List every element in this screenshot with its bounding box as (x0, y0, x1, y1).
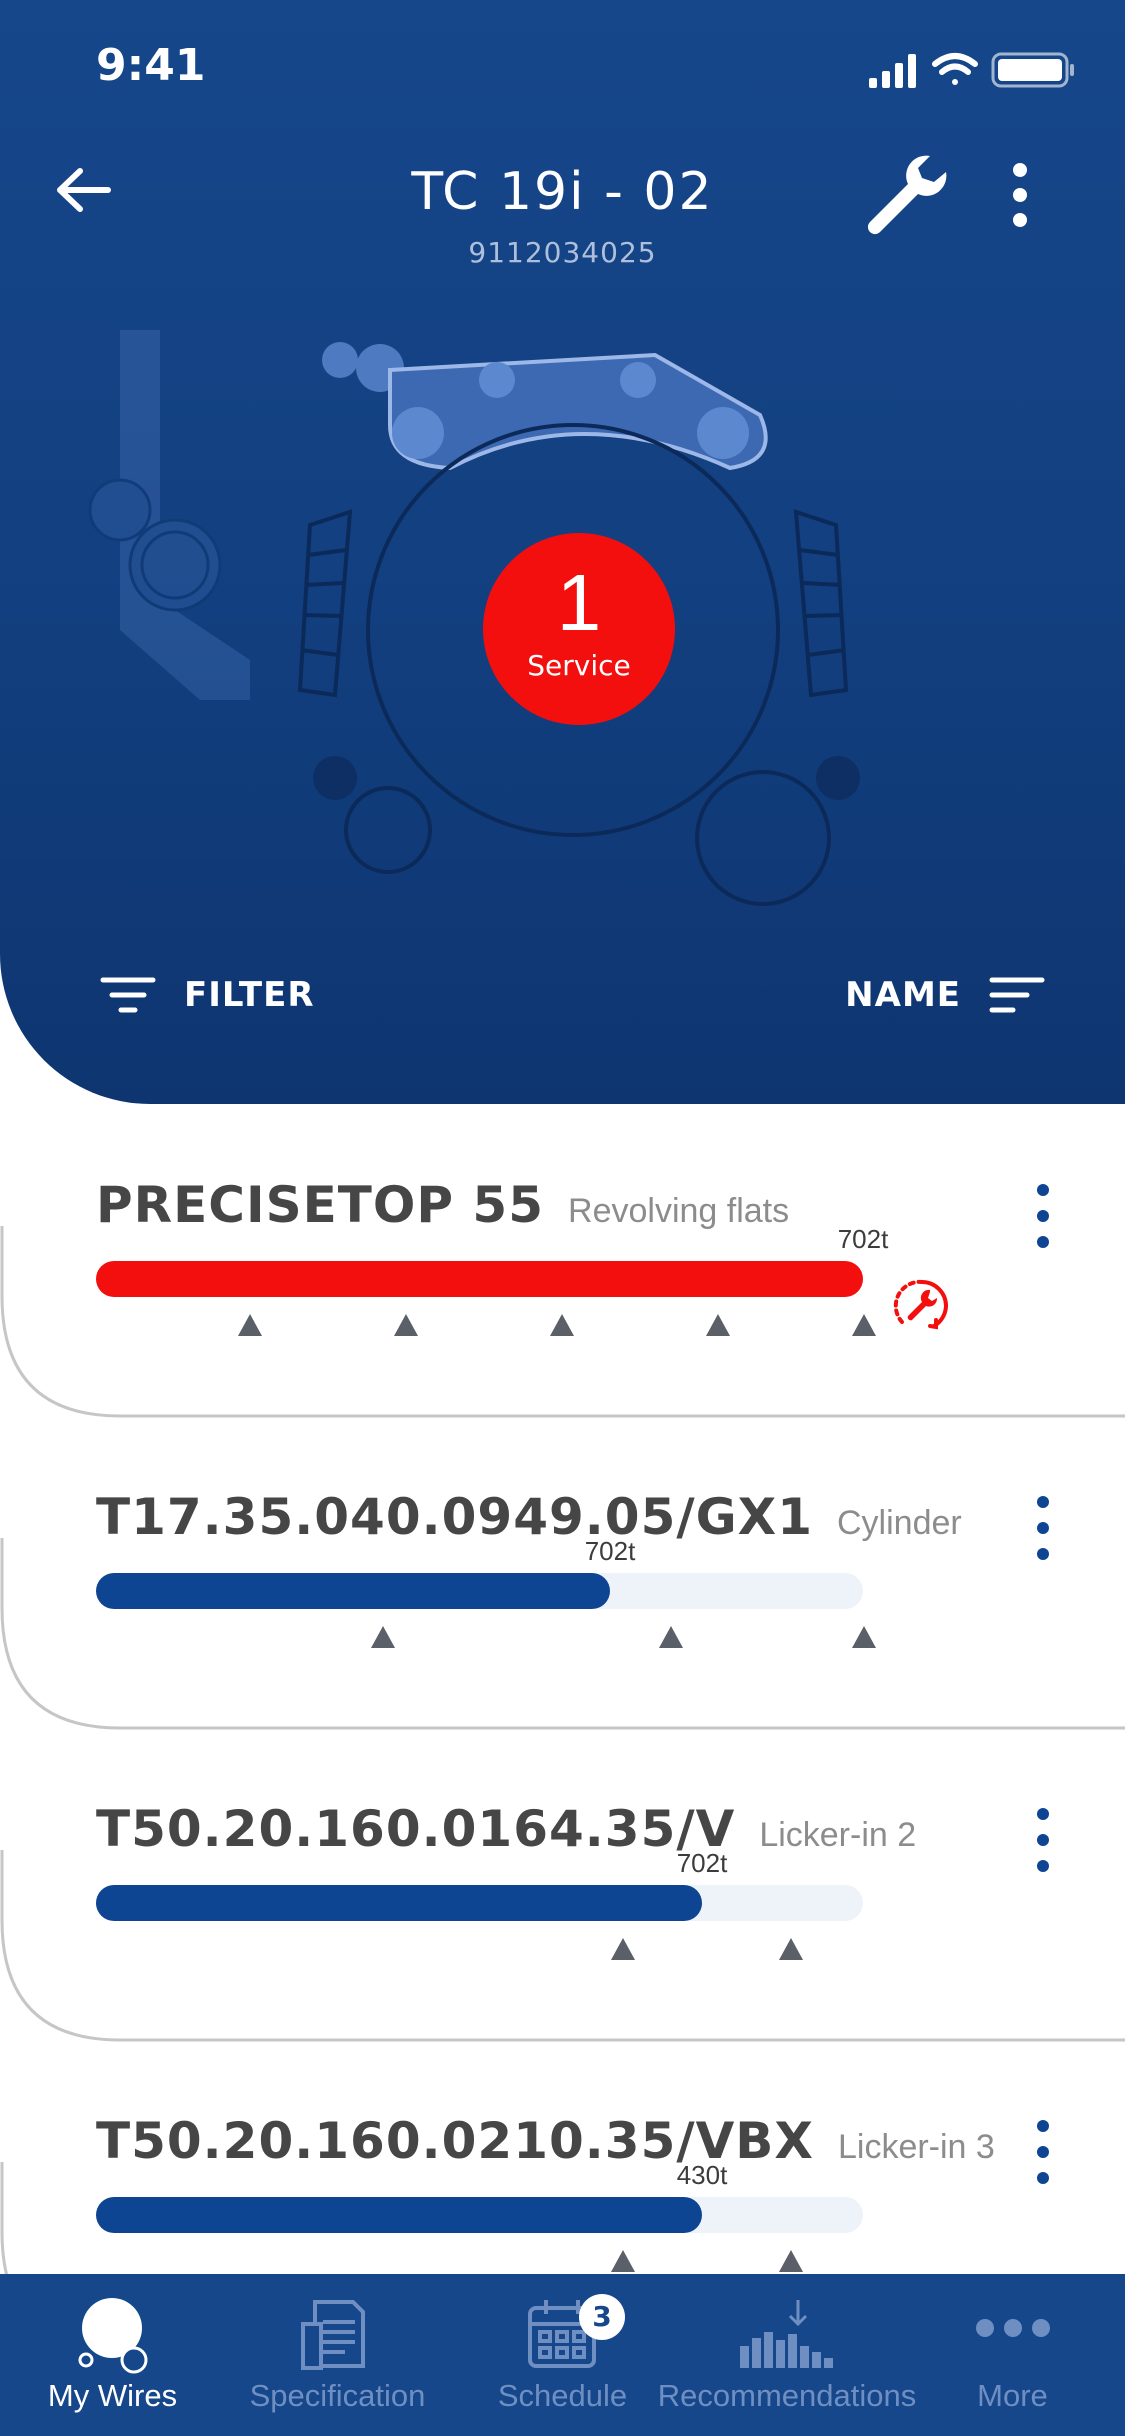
wire-options-kebab-icon[interactable] (1030, 1181, 1056, 1251)
wire-name: T17.35.040.0949.05/GX1 (96, 1488, 813, 1546)
nav-my-wires[interactable]: My Wires (0, 2274, 225, 2436)
service-marker-icon (852, 1314, 876, 1336)
nav-more[interactable]: More (910, 2274, 1115, 2436)
bottom-navigation: My Wires Specification 3 Schedule Recomm… (0, 2274, 1125, 2436)
sort-icon (989, 977, 1045, 1013)
service-count: 1 (556, 558, 602, 647)
service-marker-icon (394, 1314, 418, 1336)
more-options-button[interactable] (1000, 150, 1040, 240)
wear-value-label: 702t (584, 1536, 636, 1566)
filter-button[interactable]: FILTER (100, 970, 315, 1020)
document-icon (300, 2300, 365, 2370)
bar-chart-icon (740, 2300, 833, 2368)
service-button[interactable] (860, 150, 950, 240)
status-icons (869, 52, 1074, 88)
wear-progress-track (96, 2197, 863, 2233)
wire-options-kebab-icon[interactable] (1030, 1805, 1056, 1875)
wrench-icon (867, 155, 947, 235)
wire-card[interactable]: PRECISETOP 55 Revolving flats 702t (0, 1106, 1125, 1419)
service-marker-icon (779, 2250, 803, 2272)
wifi-icon (932, 53, 978, 85)
wear-value-label: 702t (676, 1848, 728, 1878)
wire-name: T50.20.160.0164.35/V (96, 1800, 736, 1858)
page-title: TC 19i - 02 (411, 162, 714, 222)
wire-title: T17.35.040.0949.05/GX1 Cylinder (96, 1488, 962, 1546)
wire-type: Cylinder (837, 1504, 962, 1542)
nav-label: My Wires (47, 2378, 178, 2413)
wear-progress-track (96, 1885, 863, 1921)
nav-label: More (977, 2378, 1048, 2413)
nav-specification[interactable]: Specification (225, 2274, 450, 2436)
service-marker-icon (550, 1314, 574, 1336)
service-marker-icon (238, 1314, 262, 1336)
wear-value-label: 702t (837, 1224, 889, 1254)
status-time: 9:41 (96, 40, 206, 91)
wire-card[interactable]: T50.20.160.0164.35/V Licker-in 2 702t (0, 1730, 1125, 2043)
nav-schedule[interactable]: 3 Schedule (450, 2274, 675, 2436)
sort-label: NAME (845, 975, 961, 1015)
service-marker-icon (706, 1314, 730, 1336)
sort-button[interactable]: NAME (845, 970, 1045, 1020)
wires-icon (78, 2298, 147, 2374)
wire-options-kebab-icon[interactable] (1030, 1493, 1056, 1563)
wear-progress-fill (96, 2197, 702, 2233)
service-label: Service (527, 649, 631, 682)
service-marker-icon (371, 1626, 395, 1648)
wire-card[interactable]: T17.35.040.0949.05/GX1 Cylinder 702t (0, 1418, 1125, 1731)
wire-type: Licker-in 3 (837, 2128, 995, 2166)
wire-type: Revolving flats (568, 1192, 790, 1230)
battery-icon (991, 52, 1074, 88)
service-marker-icon (611, 1938, 635, 1960)
machine-header: 9:41 TC 19i - 02 9112034025 1 Service FI… (0, 0, 1125, 1104)
service-count-badge[interactable]: 1 Service (483, 533, 675, 725)
machine-serial: 9112034025 (468, 236, 657, 269)
nav-label: Recommendations (657, 2378, 917, 2413)
feeder-unit (88, 330, 250, 700)
more-dots-icon (975, 2319, 1050, 2337)
wire-name: PRECISETOP 55 (96, 1176, 545, 1234)
wire-title: PRECISETOP 55 Revolving flats (96, 1176, 789, 1234)
schedule-badge: 3 (579, 2294, 625, 2340)
wear-progress-fill (96, 1573, 610, 1609)
wire-type: Licker-in 2 (759, 1816, 917, 1854)
service-marker-icon (611, 2250, 635, 2272)
nav-label: Schedule (497, 2378, 628, 2413)
wear-progress-fill (96, 1261, 863, 1297)
kebab-icon (1013, 163, 1027, 227)
nav-recommendations[interactable]: Recommendations (652, 2274, 922, 2436)
wear-progress-track (96, 1573, 863, 1609)
wire-options-kebab-icon[interactable] (1030, 2117, 1056, 2187)
service-marker-icon (659, 1626, 683, 1648)
filter-label: FILTER (184, 975, 315, 1015)
filter-icon (100, 977, 156, 1013)
wire-title: T50.20.160.0164.35/V Licker-in 2 (96, 1800, 916, 1858)
signal-icon (869, 54, 916, 88)
wear-value-label: 430t (676, 2160, 728, 2190)
wear-progress-fill (96, 1885, 702, 1921)
nav-label: Specification (249, 2378, 426, 2413)
wear-progress-track (96, 1261, 863, 1297)
service-marker-icon (779, 1938, 803, 1960)
service-due-icon (893, 1279, 948, 1330)
wire-title: T50.20.160.0210.35/VBX Licker-in 3 (96, 2112, 995, 2170)
service-marker-icon (852, 1626, 876, 1648)
